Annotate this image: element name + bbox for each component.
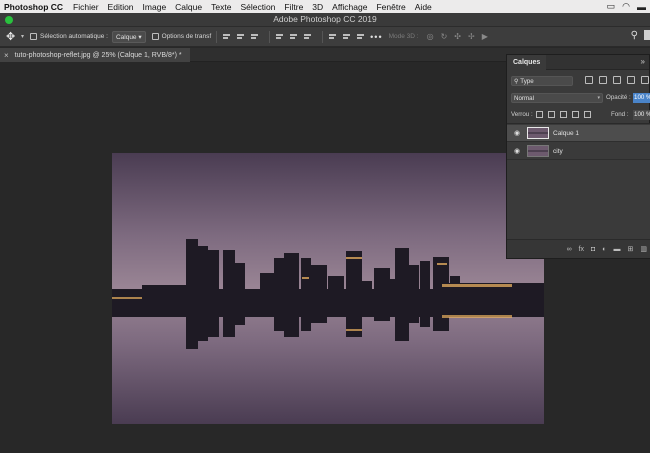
menu-aide[interactable]: Aide [415,2,432,12]
fill-field[interactable]: 100 % [633,110,650,120]
lock-all-icon[interactable] [584,111,591,118]
layers-panel-footer: ∞ fx ◘ ◐ ▬ ⊞ ▥ [507,239,650,258]
lock-pixels-icon[interactable] [548,111,555,118]
layers-panel: Calques » ⚲ Type Normal ▾ Opacité : 100 … [506,54,650,259]
tab-calques[interactable]: Calques [507,55,547,70]
link-icon[interactable]: ∞ [567,246,572,253]
align-middle-icon[interactable] [289,32,298,41]
cast-icon[interactable]: ▭ [607,1,616,12]
layer-filter-value: Type [520,77,534,85]
shape-filter-icon[interactable] [627,76,635,84]
document-tab-title: tuto-photoshop-reflet.jpg @ 25% (Calque … [14,51,182,59]
type-filter-icon[interactable] [613,76,621,84]
auto-select-label: Sélection automatique : [40,33,108,40]
divider [269,30,271,43]
align-left-icon[interactable] [222,32,231,41]
smart-object-filter-icon[interactable] [641,76,649,84]
eye-icon[interactable]: ◉ [507,147,527,155]
layer-filter-icons [585,76,649,84]
layers-list: ◉ Calque 1 ◉ city [507,123,650,240]
eye-icon[interactable]: ◉ [507,129,527,137]
workspace-icon[interactable] [644,30,650,40]
lock-transparency-icon[interactable] [536,111,543,118]
mask-icon[interactable]: ◘ [591,246,595,253]
distribute-right-icon[interactable] [356,32,365,41]
menu-filtre[interactable]: Filtre [284,2,303,12]
fill-label: Fond : [611,111,629,118]
window-title-bar: Adobe Photoshop CC 2019 [0,13,650,27]
canvas-image[interactable] [112,153,544,424]
document-tab[interactable]: × tuto-photoshop-reflet.jpg @ 25% (Calqu… [0,48,190,62]
pan-3d-icon[interactable]: ✣ [454,32,461,41]
lock-artboard-icon[interactable] [572,111,579,118]
slide-3d-icon[interactable]: ✢ [468,32,475,41]
lock-position-icon[interactable] [560,111,567,118]
auto-select-checkbox[interactable] [30,33,38,40]
chevron-down-icon[interactable]: ▾ [21,33,24,40]
layer-thumbnail [527,127,549,139]
mode-3d-label: Mode 3D : [388,33,419,40]
orbit-3d-icon[interactable]: ◎ [427,32,434,41]
new-layer-icon[interactable]: ⊞ [628,245,634,253]
layer-row-calque-1[interactable]: ◉ Calque 1 [507,125,650,142]
adjustment-filter-icon[interactable] [599,76,607,84]
divider [216,30,218,43]
layer-name[interactable]: city [553,148,563,155]
menu-affichage[interactable]: Affichage [332,2,367,12]
fx-icon[interactable]: fx [579,246,584,253]
menu-calque[interactable]: Calque [175,2,202,12]
battery-icon[interactable]: ▬ [637,2,646,12]
layer-row-city[interactable]: ◉ city [507,143,650,160]
blend-mode-dropdown[interactable]: Normal ▾ [511,93,603,103]
transform-controls-label: Options de transf [161,33,212,40]
menu-edition[interactable]: Edition [108,2,134,12]
adjustment-icon[interactable]: ◐ [602,246,606,253]
opacity-field[interactable]: 100 % [633,93,650,103]
distribute-left-icon[interactable] [328,32,337,41]
align-top-icon[interactable] [275,32,284,41]
distribute-center-icon[interactable] [342,32,351,41]
trash-icon[interactable]: ▥ [640,245,647,253]
transform-controls-checkbox[interactable] [151,33,159,40]
app-menu[interactable]: Photoshop CC [4,2,63,12]
layers-panel-header: Calques » [507,55,649,70]
layer-filter-dropdown[interactable]: ⚲ Type [511,76,573,86]
menu-fenetre[interactable]: Fenêtre [376,2,405,12]
chevron-down-icon: ▾ [597,95,600,101]
align-bottom-icon[interactable] [303,32,312,41]
divider [322,30,324,43]
menu-fichier[interactable]: Fichier [73,2,99,12]
opacity-label: Opacité : [606,94,631,101]
align-center-icon[interactable] [236,32,245,41]
menu-texte[interactable]: Texte [211,2,231,12]
close-tab-icon[interactable]: × [4,51,9,60]
move-tool-icon[interactable]: ✥ [6,30,18,43]
city-reflection-image [112,153,544,424]
camera-3d-icon[interactable]: ▶ [482,32,488,41]
collapse-panel-icon[interactable]: » [641,57,645,66]
align-right-icon[interactable] [250,32,259,41]
more-options-icon[interactable]: ••• [370,32,382,42]
folder-icon[interactable]: ▬ [614,246,621,253]
blend-mode-value: Normal [514,94,534,102]
search-icon[interactable]: ⚲ [631,30,638,41]
pixel-filter-icon[interactable] [585,76,593,84]
window-title: Adobe Photoshop CC 2019 [273,14,377,24]
layer-name[interactable]: Calque 1 [553,130,579,137]
menu-3d[interactable]: 3D [312,2,323,12]
wifi-icon[interactable]: ◠ [622,1,630,12]
status-icons: ▭ ◠ ▬ [607,0,646,13]
lock-icons [536,111,591,118]
photoshop-window: Photoshop CC Fichier Edition Image Calqu… [0,0,650,453]
layer-thumbnail [527,145,549,157]
menu-image[interactable]: Image [143,2,167,12]
menu-bar: Photoshop CC Fichier Edition Image Calqu… [0,0,650,13]
auto-select-value: Calque [115,33,137,41]
roll-3d-icon[interactable]: ↻ [441,32,448,41]
options-bar: ✥ ▾ Sélection automatique : Calque ▾ Opt… [0,27,650,47]
menu-selection[interactable]: Sélection [240,2,275,12]
lock-label: Verrou : [511,111,533,118]
auto-select-dropdown[interactable]: Calque ▾ [111,30,146,43]
